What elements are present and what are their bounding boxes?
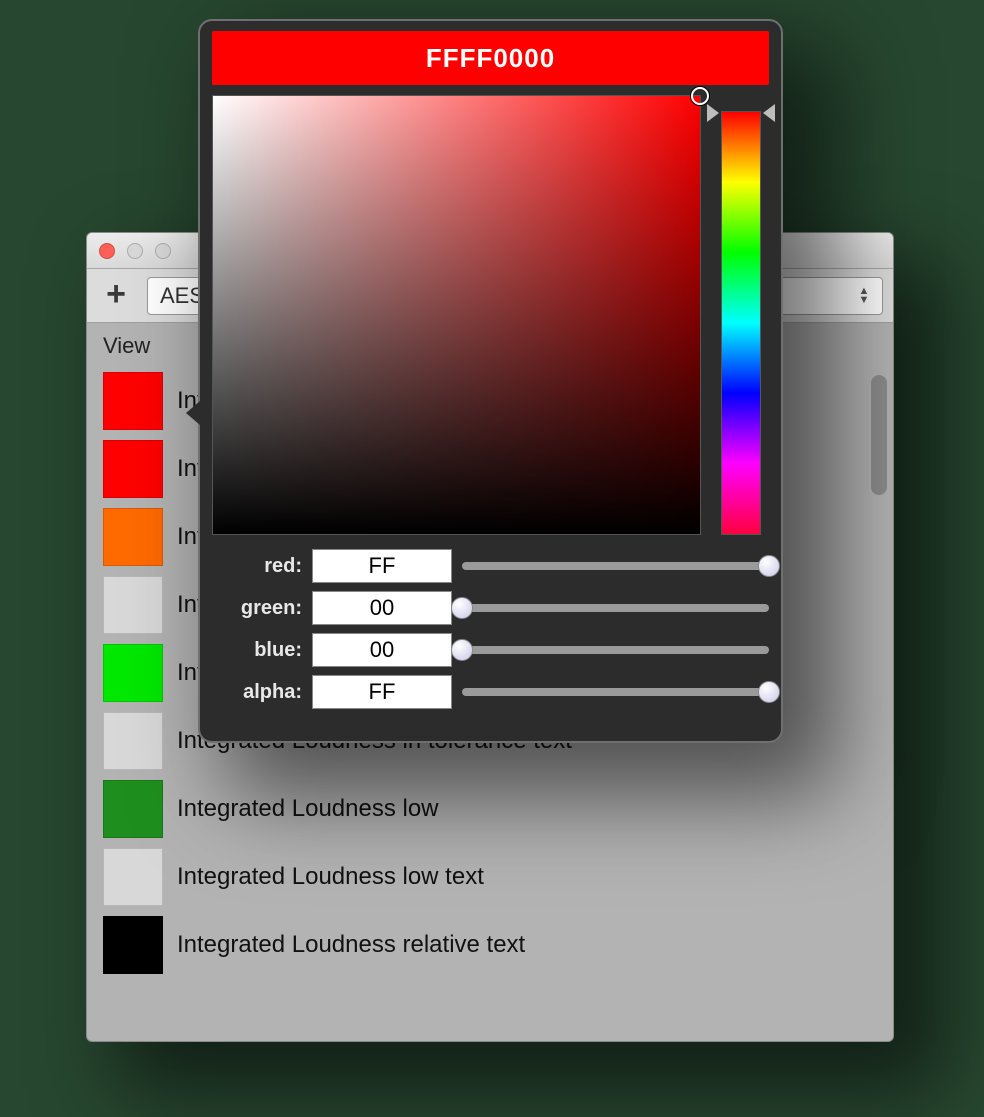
color-swatch[interactable]: [103, 440, 163, 498]
channel-blue: blue:: [212, 633, 769, 667]
channel-red: red:: [212, 549, 769, 583]
slider-knob-icon[interactable]: [758, 555, 780, 577]
slider-knob-icon[interactable]: [451, 639, 473, 661]
channel-green: green:: [212, 591, 769, 625]
window-minimize-button[interactable]: [127, 243, 143, 259]
add-button[interactable]: +: [97, 277, 135, 315]
picker-body: [212, 95, 769, 535]
scrollbar-thumb[interactable]: [871, 375, 887, 495]
list-item-label: Integrated Loudness relative text: [177, 931, 525, 959]
blue-input[interactable]: [312, 633, 452, 667]
alpha-input[interactable]: [312, 675, 452, 709]
channel-alpha: alpha:: [212, 675, 769, 709]
channel-label: blue:: [212, 639, 302, 662]
channel-label: alpha:: [212, 681, 302, 704]
slider-knob-icon[interactable]: [451, 597, 473, 619]
alpha-slider[interactable]: [462, 677, 769, 707]
channel-label: green:: [212, 597, 302, 620]
color-swatch[interactable]: [103, 916, 163, 974]
hex-display[interactable]: FFFF0000: [212, 31, 769, 85]
color-swatch[interactable]: [103, 576, 163, 634]
window-close-button[interactable]: [99, 243, 115, 259]
window-zoom-button[interactable]: [155, 243, 171, 259]
hue-slider[interactable]: [721, 111, 761, 535]
sv-cursor-icon[interactable]: [691, 87, 709, 105]
color-picker-popover: FFFF0000 red: green: blue: alpha:: [198, 19, 783, 743]
color-swatch[interactable]: [103, 372, 163, 430]
combobox-arrows-icon: ▲▼: [856, 287, 872, 305]
color-swatch[interactable]: [103, 712, 163, 770]
saturation-value-field[interactable]: [212, 95, 701, 535]
green-slider[interactable]: [462, 593, 769, 623]
red-input[interactable]: [312, 549, 452, 583]
color-swatch[interactable]: [103, 848, 163, 906]
channel-controls: red: green: blue: alpha:: [212, 545, 769, 709]
color-swatch[interactable]: [103, 644, 163, 702]
channel-label: red:: [212, 555, 302, 578]
color-swatch[interactable]: [103, 780, 163, 838]
blue-slider[interactable]: [462, 635, 769, 665]
color-swatch[interactable]: [103, 508, 163, 566]
list-item[interactable]: Integrated Loudness relative text: [87, 911, 863, 979]
hue-column: [713, 95, 769, 535]
list-item[interactable]: Integrated Loudness low text: [87, 843, 863, 911]
list-item[interactable]: Integrated Loudness low: [87, 775, 863, 843]
green-input[interactable]: [312, 591, 452, 625]
list-item-label: Integrated Loudness low: [177, 795, 439, 823]
red-slider[interactable]: [462, 551, 769, 581]
list-item-label: Integrated Loudness low text: [177, 863, 484, 891]
slider-knob-icon[interactable]: [758, 681, 780, 703]
scrollbar-track[interactable]: [869, 373, 887, 1021]
